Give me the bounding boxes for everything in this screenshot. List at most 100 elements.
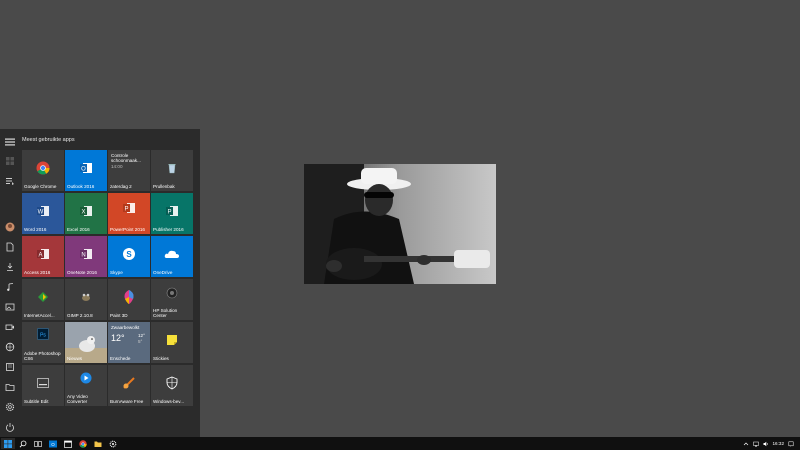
tile-label: BurnAware Free [110, 398, 144, 404]
all-apps-icon[interactable] [4, 175, 16, 187]
tile-label: Access 2016 [24, 269, 51, 275]
chevron-up-icon[interactable] [743, 441, 749, 447]
tile-skype[interactable]: S Skype [108, 236, 150, 277]
svg-text:W: W [38, 209, 44, 215]
tile-label: Subtitle Edit [24, 398, 49, 404]
tile-label: Skype [110, 269, 123, 275]
notifications-icon[interactable] [788, 441, 794, 447]
shield-icon [166, 376, 178, 390]
clock[interactable]: 16:32 [773, 441, 785, 446]
tile-calendar[interactable]: Controle schoonmaak... 14:00 zaterdag 2 [108, 150, 150, 191]
tile-onenote[interactable]: N OneNote 2016 [65, 236, 107, 277]
tile-hp-solution-center[interactable]: HP Solution Center [151, 279, 193, 320]
user-avatar[interactable] [4, 221, 16, 233]
svg-text:S: S [126, 250, 132, 259]
folder-icon[interactable] [4, 381, 16, 393]
calendar-taskbar-icon[interactable] [61, 438, 75, 449]
tile-excel[interactable]: X Excel 2016 [65, 193, 107, 234]
tile-gimp[interactable]: GIMP 2.10.8 [65, 279, 107, 320]
download-icon[interactable] [4, 261, 16, 273]
tile-photoshop[interactable]: Ps Adobe Photoshop CS6 [22, 322, 64, 363]
hamburger-icon[interactable] [4, 136, 16, 148]
task-view-icon[interactable] [31, 438, 45, 449]
tile-burnaware[interactable]: BurnAware Free [108, 365, 150, 406]
svg-text:A: A [38, 252, 42, 258]
tile-onedrive[interactable]: OneDrive [151, 236, 193, 277]
word-icon: W [37, 205, 49, 216]
tile-label: Word 2016 [24, 226, 47, 232]
tile-label: Outlook 2016 [67, 183, 95, 189]
skype-icon: S [123, 247, 135, 260]
recycle-bin-icon [168, 163, 176, 173]
tile-label: Google Chrome [24, 183, 57, 189]
tile-label: zaterdag 2 [110, 183, 132, 189]
tile-label: Excel 2016 [67, 226, 90, 232]
subtitle-edit-icon [37, 377, 49, 388]
tile-label: OneDrive [153, 269, 173, 275]
any-video-converter-icon [80, 372, 92, 384]
desktop-photo [304, 164, 496, 284]
svg-text:N: N [81, 252, 85, 258]
volume-icon[interactable] [763, 441, 769, 447]
settings-icon[interactable] [4, 401, 16, 413]
svg-text:Ps: Ps [40, 333, 46, 339]
tile-windows-beveiliging[interactable]: Windows-bev... [151, 365, 193, 406]
outlook-taskbar-icon[interactable]: O [46, 438, 60, 449]
start-rail [0, 129, 20, 437]
svg-text:X: X [81, 209, 85, 215]
tile-label: OneNote 2016 [67, 269, 97, 275]
tile-label: Any Video Converter [67, 393, 88, 404]
group-title: Meest gebruikte apps [22, 137, 75, 143]
file-explorer-taskbar-icon[interactable] [91, 438, 105, 449]
tile-label: Stickies [153, 355, 169, 361]
tile-word[interactable]: W Word 2016 [22, 193, 64, 234]
weather-range: 12° 5° [138, 333, 145, 344]
weather-temp: 12° [111, 333, 125, 343]
tile-prullenbak[interactable]: Prullenbak [151, 150, 193, 191]
tile-outlook[interactable]: O Outlook 2016 [65, 150, 107, 191]
tile-label: HP Solution Center [153, 307, 178, 318]
system-tray: 16:32 [743, 437, 795, 450]
windows-start-icon[interactable] [1, 438, 15, 449]
tile-any-video-converter[interactable]: Any Video Converter [65, 365, 107, 406]
start-menu: Meest gebruikte apps Google Chrome O Out… [0, 129, 200, 437]
tile-stickies[interactable]: Stickies [151, 322, 193, 363]
sticky-note-icon [167, 334, 177, 345]
tiles-icon[interactable] [4, 155, 16, 167]
search-icon[interactable] [16, 438, 30, 449]
tile-publisher[interactable]: P Publisher 2016 [151, 193, 193, 234]
tile-label: Prullenbak [153, 183, 175, 189]
tile-subtitle-edit[interactable]: Subtitle Edit [22, 365, 64, 406]
tile-label: Windows-bev... [153, 398, 185, 404]
taskbar: O 16:32 [0, 437, 800, 450]
tile-label: Adobe Photoshop CS6 [24, 350, 61, 361]
svg-text:P: P [167, 209, 171, 215]
tile-internetaccel[interactable]: InternetAccel... [22, 279, 64, 320]
document-icon[interactable] [4, 241, 16, 253]
tile-google-chrome[interactable]: Google Chrome [22, 150, 64, 191]
tile-label: Nieuws [67, 355, 83, 361]
music-icon[interactable] [4, 281, 16, 293]
tile-label: GIMP 2.10.8 [67, 312, 93, 318]
video-icon[interactable] [4, 321, 16, 333]
network-icon[interactable] [4, 341, 16, 353]
tile-access[interactable]: A Access 2016 [22, 236, 64, 277]
chrome-taskbar-icon[interactable] [76, 438, 90, 449]
internetaccel-icon [38, 291, 48, 302]
settings-taskbar-icon[interactable] [106, 438, 120, 449]
calendar-event-title: Controle schoonmaak... 14:00 [111, 153, 141, 169]
tile-nieuws[interactable]: Nieuws [65, 322, 107, 363]
photoshop-icon: Ps [37, 328, 49, 340]
tile-paint3d[interactable]: Paint 3D [108, 279, 150, 320]
tile-label: Enschede [110, 355, 131, 361]
tile-powerpoint[interactable]: P PowerPoint 2016 [108, 193, 150, 234]
tile-label: InternetAccel... [24, 312, 55, 318]
tile-label: PowerPoint 2016 [110, 226, 145, 232]
tile-label: Publisher 2016 [153, 226, 184, 232]
paint3d-icon [124, 289, 134, 304]
tile-weather[interactable]: Zwaarbewolkt 12° 12° 5° Enschede [108, 322, 150, 363]
explorer-icon[interactable] [4, 361, 16, 373]
power-icon[interactable] [4, 421, 16, 433]
picture-icon[interactable] [4, 301, 16, 313]
network-tray-icon[interactable] [752, 441, 759, 447]
